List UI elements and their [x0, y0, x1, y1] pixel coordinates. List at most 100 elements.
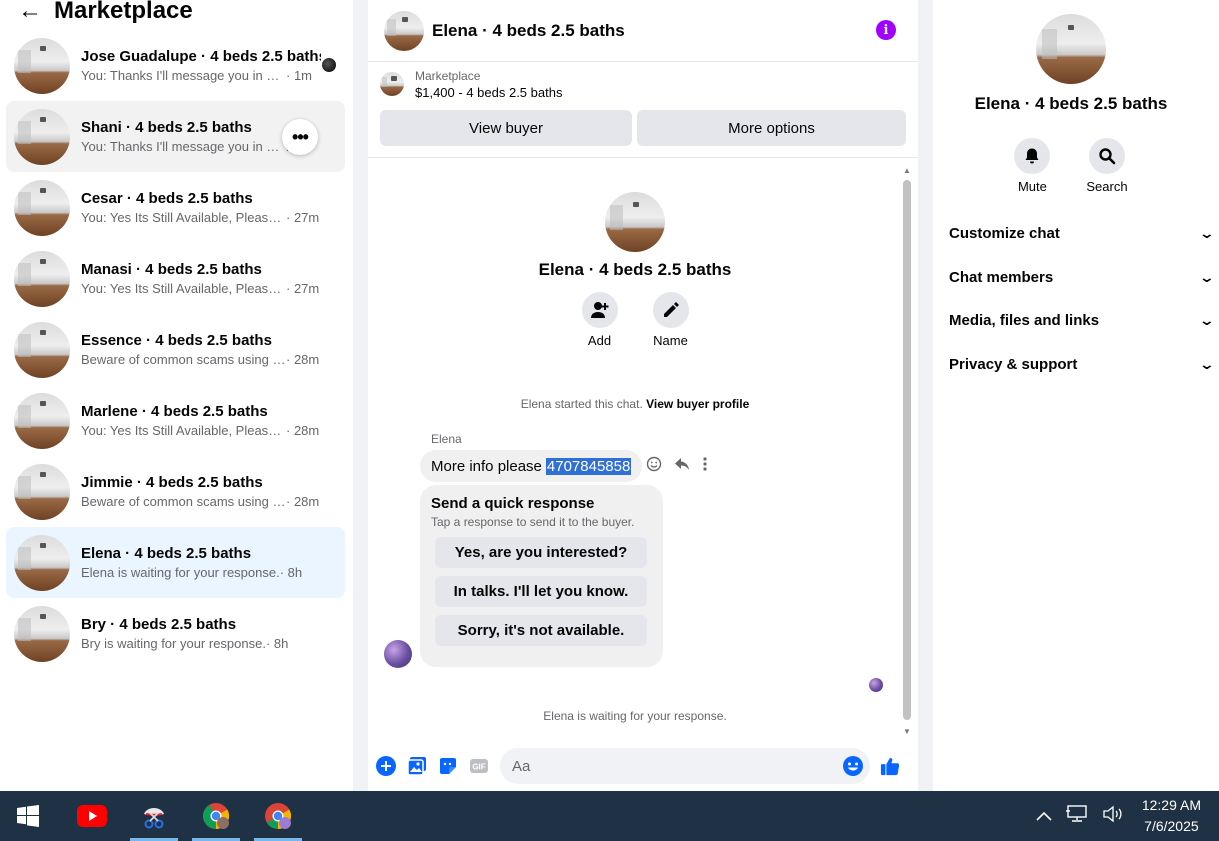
- more-vertical-icon[interactable]: [702, 456, 708, 477]
- clock-date: 7/6/2025: [1144, 818, 1199, 834]
- chat-started-notice: Elena started this chat. View buyer prof…: [368, 397, 902, 411]
- details-thumbnail[interactable]: [1036, 14, 1106, 84]
- conversation-time: · 8h: [279, 565, 303, 580]
- more-options-button[interactable]: More options: [637, 110, 906, 146]
- conversation-snippet: You: Thanks I'll message you in a m...: [81, 139, 286, 154]
- chrome-profile-icon[interactable]: [252, 791, 304, 841]
- conversation-time: · 28m: [286, 352, 320, 367]
- youtube-icon[interactable]: [66, 791, 118, 841]
- listing-thumbnail: [14, 179, 70, 236]
- listing-banner[interactable]: Marketplace $1,400 - 4 beds 2.5 baths: [368, 62, 918, 106]
- search-button[interactable]: Search: [1086, 138, 1128, 194]
- thumbs-up-icon[interactable]: [880, 756, 900, 776]
- sticker-icon[interactable]: [438, 756, 458, 776]
- name-button[interactable]: Name: [652, 292, 689, 348]
- conversation-time: · 28m: [286, 494, 320, 509]
- back-arrow-icon[interactable]: ←: [18, 0, 42, 23]
- sender-name: Elena: [431, 432, 462, 446]
- listing-thumbnail: [14, 108, 70, 165]
- conversation-sidebar: ← Marketplace Jose Guadalupe · 4 beds 2.…: [0, 0, 353, 791]
- scroll-down-icon[interactable]: ▼: [903, 727, 911, 736]
- conversation-item[interactable]: Jimmie · 4 beds 2.5 baths Beware of comm…: [6, 456, 345, 527]
- seen-avatar: [321, 57, 337, 73]
- conversation-item[interactable]: Essence · 4 beds 2.5 baths Beware of com…: [6, 314, 345, 385]
- listing-thumbnail: [14, 321, 70, 378]
- pencil-icon: [652, 292, 689, 328]
- chevron-down-icon: ⌄: [1198, 355, 1216, 372]
- menu-item-label: Media, files and links: [949, 312, 1100, 330]
- clock-time: 12:29 AM: [1141, 797, 1201, 813]
- chat-title[interactable]: Elena · 4 beds 2.5 baths: [432, 21, 625, 41]
- menu-item-label: Chat members: [949, 268, 1054, 286]
- message-actions: [646, 456, 708, 477]
- windows-start-icon[interactable]: [2, 791, 54, 841]
- sender-avatar[interactable]: [384, 640, 412, 668]
- conversation-item[interactable]: Shani · 4 beds 2.5 baths You: Thanks I'l…: [6, 101, 345, 172]
- conversation-name: Jose Guadalupe · 4 beds 2.5 baths: [81, 48, 321, 65]
- conversation-snippet: You: Yes Its Still Available, Please Se.…: [81, 281, 286, 296]
- emoji-icon[interactable]: [842, 755, 864, 781]
- conversation-item-active[interactable]: Elena · 4 beds 2.5 baths Elena is waitin…: [6, 527, 345, 598]
- chat-panel: Elena · 4 beds 2.5 baths i Marketplace $…: [368, 0, 918, 791]
- more-options-icon[interactable]: •••: [282, 119, 318, 155]
- info-icon[interactable]: i: [876, 20, 896, 40]
- reply-icon[interactable]: [674, 456, 690, 477]
- message-phone-selected[interactable]: 4707845858: [545, 457, 632, 475]
- chat-intro-name: Elena · 4 beds 2.5 baths: [538, 260, 732, 279]
- snipping-tool-icon[interactable]: [128, 791, 180, 841]
- conversation-item[interactable]: Bry · 4 beds 2.5 baths Bry is waiting fo…: [6, 598, 345, 669]
- media-files-links-item[interactable]: Media, files and links ⌄: [933, 299, 1219, 343]
- conversation-time: · 27m: [286, 210, 320, 225]
- mute-button[interactable]: Mute: [1014, 138, 1051, 194]
- react-icon[interactable]: [646, 456, 662, 477]
- waiting-notice: Elena is waiting for your response.: [543, 709, 727, 723]
- conversation-name: Manasi · 4 beds 2.5 baths: [81, 261, 262, 278]
- quick-response-option[interactable]: Yes, are you interested?: [435, 537, 647, 568]
- quick-response-option[interactable]: In talks. I'll let you know.: [435, 576, 647, 607]
- bell-icon: [1014, 138, 1051, 174]
- listing-thumbnail: [14, 534, 70, 591]
- windows-taskbar: 12:29 AM 7/6/2025: [0, 791, 1219, 841]
- conversation-item[interactable]: Cesar · 4 beds 2.5 baths You: Yes Its St…: [6, 172, 345, 243]
- chat-members-item[interactable]: Chat members ⌄: [933, 256, 1219, 300]
- conversation-name: Bry · 4 beds 2.5 baths: [81, 616, 237, 633]
- view-buyer-profile-link[interactable]: View buyer profile: [646, 397, 749, 411]
- search-label: Search: [1086, 179, 1128, 194]
- message-input[interactable]: Aa: [500, 748, 870, 784]
- scroll-thumb[interactable]: [903, 180, 911, 720]
- add-button[interactable]: Add: [581, 292, 618, 348]
- conversation-item[interactable]: Jose Guadalupe · 4 beds 2.5 baths You: T…: [6, 30, 345, 101]
- plus-circle-icon[interactable]: [376, 756, 396, 776]
- conversation-item[interactable]: Marlene · 4 beds 2.5 baths You: Yes Its …: [6, 385, 345, 456]
- chat-header: Elena · 4 beds 2.5 baths i: [368, 0, 918, 62]
- view-buyer-button[interactable]: View buyer: [380, 110, 632, 146]
- quick-response-option[interactable]: Sorry, it's not available.: [435, 615, 647, 646]
- conversation-time: · 1m: [286, 68, 312, 83]
- clock[interactable]: 12:29 AM 7/6/2025: [1142, 795, 1201, 837]
- message-input-placeholder: Aa: [512, 757, 531, 775]
- scroll-up-icon[interactable]: ▲: [903, 166, 911, 175]
- details-panel: Elena · 4 beds 2.5 baths Mute Search Cus…: [933, 0, 1219, 791]
- conversation-item[interactable]: Manasi · 4 beds 2.5 baths You: Yes Its S…: [6, 243, 345, 314]
- system-tray: 12:29 AM 7/6/2025: [1036, 791, 1219, 841]
- volume-icon[interactable]: [1102, 805, 1124, 827]
- gallery-icon[interactable]: [407, 756, 427, 776]
- conversation-time: · 8h: [265, 636, 289, 651]
- chevron-up-icon[interactable]: [1036, 808, 1052, 825]
- chrome-icon[interactable]: [190, 791, 242, 841]
- listing-thumbnail: [14, 37, 70, 94]
- network-icon[interactable]: [1065, 805, 1088, 827]
- message-bubble[interactable]: More info please 4707845858: [420, 450, 643, 482]
- conversation-name: Marlene · 4 beds 2.5 baths: [81, 403, 268, 420]
- customize-chat-item[interactable]: Customize chat ⌄: [933, 212, 1219, 256]
- marketplace-label: Marketplace: [415, 68, 481, 83]
- listing-thumbnail: [14, 463, 70, 520]
- message-composer: GIF Aa: [368, 746, 918, 786]
- conversation-name: Jimmie · 4 beds 2.5 baths: [81, 474, 263, 491]
- conversation-snippet: You: Yes Its Still Available, Please Se.…: [81, 423, 286, 438]
- gif-icon[interactable]: GIF: [469, 756, 489, 776]
- privacy-support-item[interactable]: Privacy & support ⌄: [933, 343, 1219, 387]
- chat-header-thumbnail[interactable]: [384, 10, 424, 51]
- listing-thumbnail: [14, 250, 70, 307]
- scrollbar[interactable]: ▲ ▼: [902, 166, 912, 736]
